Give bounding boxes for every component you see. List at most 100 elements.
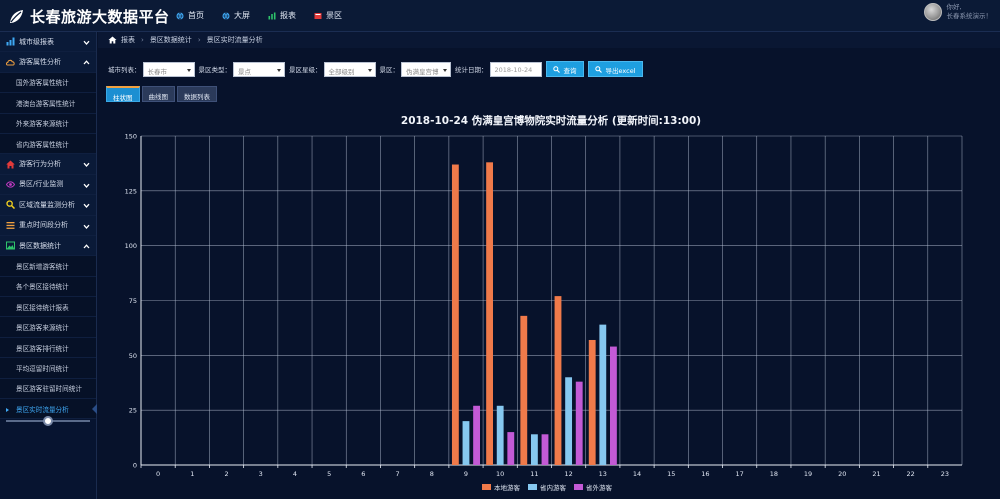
sidebar-section[interactable]: 游客行为分析 (0, 154, 96, 175)
x-tick-label: 20 (838, 470, 846, 478)
sidebar-item[interactable]: 景区新增游客统计 (0, 256, 96, 277)
type-label: 景区类型： (198, 66, 232, 74)
legend-item[interactable]: 省内游客 (528, 482, 566, 492)
app-logo[interactable]: 长春旅游大数据平台 (8, 6, 170, 27)
sidebar-item[interactable]: 景区游客来源统计 (0, 317, 96, 338)
sidebar-item[interactable]: 景区接待统计报表 (0, 297, 96, 318)
y-tick-label: 50 (129, 352, 137, 360)
city-select[interactable]: 长春市 (142, 61, 195, 77)
home-icon (108, 36, 117, 44)
chevron-down-icon (83, 203, 90, 209)
x-tick-label: 22 (907, 470, 915, 478)
legend-item[interactable]: 省外游客 (574, 482, 612, 492)
bar-local (554, 296, 562, 465)
type-select[interactable]: 景点 (233, 61, 285, 77)
query-button[interactable]: 查询 (545, 61, 584, 77)
sidebar-item[interactable]: 各个景区接待统计 (0, 276, 96, 298)
nav-bigscreen[interactable]: 大屏 (222, 10, 250, 21)
sidebar-item[interactable]: 景区游客驻留时间统计 (0, 378, 96, 400)
sidebar-section[interactable]: 区域流量监测分析 (0, 195, 96, 216)
user-info: 你好, 长春系统演示！ (947, 3, 993, 21)
x-tick-label: 8 (430, 470, 434, 478)
sidebar-section[interactable]: 景区数据统计 (0, 235, 96, 257)
sidebar-item[interactable]: 省内游客属性统计 (0, 133, 96, 155)
sidebar-item-label: 景区游客驻留时间统计 (16, 385, 82, 394)
globe-icon (222, 11, 230, 20)
tab-bar-chart[interactable]: 柱状图 (106, 86, 140, 102)
sidebar-slider[interactable] (6, 416, 90, 426)
chart-legend: 本地游客 省内游客 省外游客 (482, 482, 620, 492)
user-name: 长春系统演示！ (946, 12, 993, 20)
y-tick-label: 125 (125, 187, 137, 195)
top-nav: 首页 大屏 报表 景区 (176, 10, 360, 21)
legend-label: 省内游客 (540, 484, 566, 492)
x-tick-label: 0 (156, 470, 160, 478)
chevron-down-icon (83, 40, 90, 45)
sidebar-section[interactable]: 景区/行业监测 (0, 174, 96, 196)
bar-out-province (541, 434, 549, 465)
cloud-icon (6, 59, 15, 66)
x-tick-label: 7 (395, 470, 399, 478)
sidebar-section[interactable]: 游客属性分析 (0, 52, 96, 73)
x-tick-label: 17 (736, 470, 744, 478)
level-select[interactable]: 全部级别 (323, 61, 376, 77)
breadcrumb-item-scenic-stats[interactable]: 景区数据统计 (150, 35, 192, 45)
nav-scenic[interactable]: 景区 (314, 10, 342, 21)
bar-in-province (565, 377, 573, 465)
y-tick-label: 25 (129, 407, 137, 415)
sidebar-section-label: 游客属性分析 (19, 58, 61, 67)
nav-bigscreen-label: 大屏 (234, 11, 250, 20)
caret-right-icon (6, 408, 9, 413)
bar-out-province (609, 346, 617, 465)
date-input[interactable]: 2018-10-24 (489, 61, 542, 77)
filter-bar: 城市列表： 长春市 景区类型： 景点 景区星级： 全部级别 景区： 伪满皇宫博 … (108, 61, 647, 77)
tab-line-chart[interactable]: 曲线图 (141, 86, 175, 102)
spot-select[interactable]: 伪满皇宫博 (401, 61, 451, 77)
tab-data-list[interactable]: 数据列表 (177, 86, 217, 102)
bar-chart-icon (268, 12, 276, 19)
bar-in-province (462, 421, 470, 465)
legend-label: 省外游客 (586, 484, 612, 492)
chevron-up-icon (83, 60, 90, 65)
eye-icon (6, 181, 15, 188)
city-label: 城市列表： (108, 66, 141, 74)
sidebar-section[interactable]: 城市级报表 (0, 32, 96, 53)
sidebar-section-label: 城市级报表 (19, 37, 54, 46)
x-tick-label: 12 (564, 470, 572, 478)
sidebar-item[interactable]: 外来游客来源统计 (0, 113, 96, 134)
user-menu[interactable]: 你好, 长春系统演示！ (923, 3, 993, 21)
x-tick-label: 16 (701, 470, 709, 478)
legend-item[interactable]: 本地游客 (482, 482, 520, 492)
slider-handle[interactable] (43, 416, 53, 426)
sidebar-item[interactable]: 港澳台游客属性统计 (0, 93, 96, 114)
sidebar-item-label: 景区游客来源统计 (16, 324, 69, 333)
nav-home-label: 首页 (188, 11, 204, 20)
breadcrumb: 报表 › 景区数据统计 › 景区实时流量分析 (98, 32, 1000, 48)
search-icon (552, 66, 560, 73)
export-button[interactable]: 导出excel (587, 61, 643, 77)
x-tick-label: 5 (327, 470, 331, 478)
x-tick-label: 3 (259, 470, 263, 478)
x-tick-label: 4 (293, 470, 297, 478)
sidebar-item[interactable]: 平均逗留时间统计 (0, 358, 96, 379)
sidebar-section-label: 游客行为分析 (19, 160, 61, 169)
globe-icon (176, 11, 184, 20)
export-button-label: 导出excel (605, 67, 636, 75)
sidebar-item-label: 港澳台游客属性统计 (16, 99, 76, 108)
nav-home[interactable]: 首页 (176, 10, 204, 21)
bar-chart: 02550751001251500 1 2 3 4 5 6 7 8 9 10 11 12 13 14 15 16… (125, 133, 963, 478)
breadcrumb-item-reports[interactable]: 报表 (121, 35, 135, 45)
sidebar-menu: 城市级报表游客属性分析国外游客属性统计港澳台游客属性统计外来游客来源统计省内游客… (0, 32, 97, 420)
date-label: 统计日期： (455, 66, 488, 74)
search-icon (6, 200, 15, 210)
sidebar-item-label: 省内游客属性统计 (16, 140, 69, 149)
nav-reports[interactable]: 报表 (268, 10, 296, 21)
sidebar-item[interactable]: 国外游客属性统计 (0, 72, 96, 94)
sidebar-section-label: 重点时间段分析 (19, 221, 68, 230)
dashboard-icon (314, 12, 322, 19)
active-indicator-icon (92, 404, 97, 415)
sidebar-item[interactable]: 景区游客排行统计 (0, 337, 96, 359)
bar-out-province (507, 432, 515, 465)
sidebar-section[interactable]: 重点时间段分析 (0, 215, 96, 236)
x-tick-label: 6 (361, 470, 365, 478)
